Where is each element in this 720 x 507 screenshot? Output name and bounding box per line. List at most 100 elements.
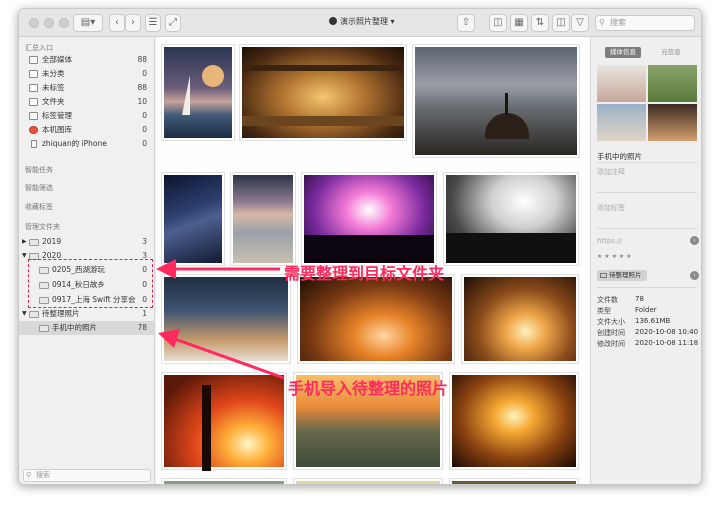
share-icon[interactable]: ⇧ xyxy=(457,14,475,32)
folder-icon xyxy=(29,239,39,246)
list-icon[interactable]: ☰ xyxy=(145,14,161,32)
photo-church[interactable] xyxy=(413,45,579,157)
meta-key-created: 创建时间 xyxy=(597,329,625,337)
untagged-icon xyxy=(29,84,38,92)
disclosure-right-icon[interactable]: ▶ xyxy=(22,235,27,249)
meta-value-modified: 2020-10-08 11:18 xyxy=(635,339,699,347)
sidebar-item-iphone[interactable]: zhiquan的 iPhone 0 xyxy=(19,137,155,151)
sidebar-item-local-library[interactable]: 本机图库 0 xyxy=(19,123,155,137)
forward-button[interactable]: › xyxy=(125,14,141,32)
sidebar-item-label: 文件夹 xyxy=(42,97,65,106)
tag-icon xyxy=(29,112,38,120)
photo-crowd-light[interactable] xyxy=(444,173,578,265)
photos-icon xyxy=(29,126,38,134)
url-field[interactable]: https:// xyxy=(597,237,622,245)
photo-reeds-sun[interactable] xyxy=(450,373,578,469)
search-icon: ⚲ xyxy=(26,471,32,479)
folder-item-2019[interactable]: ▶ 2019 3 xyxy=(19,235,155,249)
photo-beach-heart[interactable] xyxy=(231,173,295,265)
go-folder-icon[interactable]: › xyxy=(690,271,699,280)
folder-chip[interactable]: 待整理照片 xyxy=(597,270,647,281)
photo-sunset-clouds[interactable] xyxy=(298,275,454,363)
open-url-icon[interactable]: › xyxy=(690,236,699,245)
divider xyxy=(597,287,697,288)
layout-icon[interactable]: ◫ xyxy=(552,14,570,32)
album-name: 手机中的照片 xyxy=(597,152,642,161)
meta-key-size: 文件大小 xyxy=(597,318,625,326)
meta-key-type: 类型 xyxy=(597,307,611,315)
sort-icon[interactable]: ⇅ xyxy=(531,14,549,32)
photo-tower-sunset[interactable] xyxy=(162,373,286,471)
thumb-collage xyxy=(597,65,697,141)
photo-pier[interactable] xyxy=(240,45,406,140)
tab-meta-label: 元信息 xyxy=(661,48,681,56)
view-icon[interactable]: ▦ xyxy=(510,14,528,32)
meta-key-modified: 修改时间 xyxy=(597,340,625,348)
sidebar-item-untagged[interactable]: 未标签 88 xyxy=(19,81,155,95)
tab-meta[interactable]: 元信息 xyxy=(653,47,689,58)
divider xyxy=(597,162,697,163)
collage-thumb xyxy=(597,104,646,141)
sidebar-search-input[interactable]: ⚲ 搜索 xyxy=(23,469,151,482)
sail-shape xyxy=(182,75,190,115)
photo-grass-sunset[interactable] xyxy=(462,275,578,363)
photo-partial-2[interactable] xyxy=(294,479,442,484)
add-note-field[interactable]: 添加注释 xyxy=(597,167,625,177)
cross-shape xyxy=(505,93,508,115)
back-button[interactable]: ‹ xyxy=(109,14,125,32)
favorite-tags-header[interactable]: 收藏标签 xyxy=(25,202,53,212)
minimize-window-button[interactable] xyxy=(44,18,54,28)
app-window: ▤▾ ‹ › ☰ ⤢ 演示照片整理 ▾ ⇧ ◫ ▦ ⇅ ◫ ▽ ⚲ 搜索 汇总入口… xyxy=(18,8,702,485)
filter-icon[interactable]: ▽ xyxy=(571,14,589,32)
folder-item-pending[interactable]: ▼ 待整理照片 1 xyxy=(19,307,155,321)
photo-milky-way[interactable] xyxy=(162,173,224,265)
info-panel: 媒体信息 元信息 手机中的照片 添加注释 添加标签 https:// › ★ ★… xyxy=(590,37,701,484)
sidebar-item-label: 全部媒体 xyxy=(42,55,72,64)
media-icon xyxy=(29,56,38,64)
disclosure-down-icon[interactable]: ▼ xyxy=(22,307,27,321)
zoom-window-button[interactable] xyxy=(59,18,69,28)
collage-thumb xyxy=(597,65,646,102)
photo-partial-3[interactable] xyxy=(450,479,578,484)
folder-count: 3 xyxy=(142,237,147,246)
close-window-button[interactable] xyxy=(29,18,39,28)
rating-stars[interactable]: ★ ★ ★ ★ ★ xyxy=(597,253,632,260)
search-input[interactable]: ⚲ 搜索 xyxy=(595,15,695,31)
annotation-import-photos: 手机导入待整理的照片 xyxy=(288,379,449,398)
moon-shape xyxy=(202,65,224,87)
sidebar-item-uncategorized[interactable]: 未分类 0 xyxy=(19,67,155,81)
folder-item-phone-photos[interactable]: 手机中的照片 78 xyxy=(19,321,155,335)
folder-label: 手机中的照片 xyxy=(52,323,97,332)
meta-value-type: Folder xyxy=(635,306,657,314)
folder-count: 78 xyxy=(137,323,147,332)
sidebar-item-tags[interactable]: 标签管理 0 xyxy=(19,109,155,123)
sidebar-item-folders[interactable]: 文件夹 10 xyxy=(19,95,155,109)
library-icon xyxy=(329,17,337,25)
folder-label: 2019 xyxy=(42,237,62,246)
annotation-target-folder: 需要整理到目标文件夹 xyxy=(284,264,445,283)
meta-key-files: 文件数 xyxy=(597,296,618,304)
photo-lighthouse-moon[interactable] xyxy=(162,45,234,140)
window-title[interactable]: 演示照片整理 ▾ xyxy=(329,16,395,27)
smart-filters-header[interactable]: 智能筛选 xyxy=(25,183,53,193)
trash-icon[interactable]: ◫ xyxy=(489,14,507,32)
sidebar-item-count: 0 xyxy=(142,111,147,120)
sidebar-item-label: 标签管理 xyxy=(42,111,72,120)
add-tag-field[interactable]: 添加标签 xyxy=(597,203,625,213)
sidebar-search-placeholder: 搜索 xyxy=(36,471,50,479)
folder-chip-label: 待整理照片 xyxy=(609,271,642,279)
photo-praying-hands[interactable] xyxy=(162,275,290,363)
smart-tasks-header[interactable]: 智能任务 xyxy=(25,165,53,175)
sidebar-item-label: 未标签 xyxy=(42,83,65,92)
photo-partial-1[interactable] xyxy=(162,479,286,484)
photo-concert-hands[interactable] xyxy=(302,173,436,265)
tab-media-info[interactable]: 媒体信息 xyxy=(605,47,641,58)
sidebar-toggle-button[interactable]: ▤▾ xyxy=(73,14,103,32)
crowd-shape xyxy=(446,233,576,263)
fullscreen-icon[interactable]: ⤢ xyxy=(165,14,181,32)
disclosure-down-icon[interactable]: ▼ xyxy=(22,249,27,263)
sidebar-item-label: zhiquan的 iPhone xyxy=(42,139,107,148)
sidebar-item-count: 88 xyxy=(137,55,147,64)
sidebar-item-count: 0 xyxy=(142,125,147,134)
sidebar-item-all-media[interactable]: 全部媒体 88 xyxy=(19,53,155,67)
